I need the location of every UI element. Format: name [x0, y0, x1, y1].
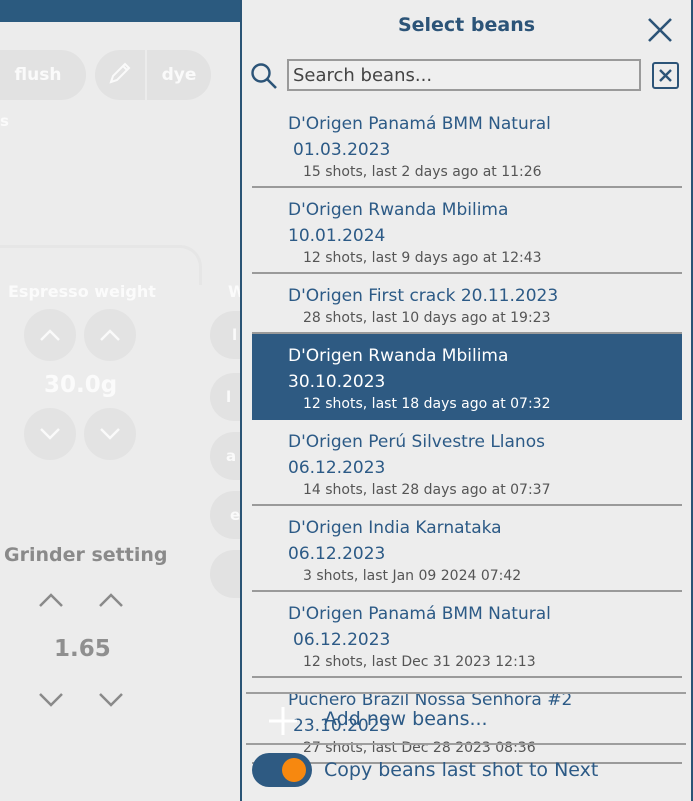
- search-input[interactable]: [287, 59, 641, 91]
- bean-list-item[interactable]: D'Origen First crack 20.11.2023 28 shots,…: [252, 274, 682, 334]
- bean-name: D'Origen Panamá BMM Natural 01.03.2023: [288, 102, 578, 163]
- pencil-icon: [106, 59, 134, 92]
- espresso-weight-value: 30.0g: [44, 372, 118, 398]
- clear-search-button[interactable]: [652, 62, 679, 89]
- bean-shot-summary: 14 shots, last 28 days ago at 07:37: [303, 482, 551, 498]
- clear-search-icon: [659, 69, 672, 82]
- bean-name-line1: D'Origen Rwanda Mbilima 30.10.2023: [288, 346, 509, 392]
- grinder-setting-label: Grinder setting: [4, 544, 168, 566]
- bean-list-item[interactable]: D'Origen Perú Silvestre Llanos 06.12.202…: [252, 420, 682, 506]
- copy-beans-toggle[interactable]: [252, 753, 312, 787]
- bean-name-line1: D'Origen Panamá BMM Natural: [288, 604, 551, 624]
- dialog-title: Select beans: [397, 14, 536, 36]
- chevron-down-icon: [40, 428, 60, 440]
- grinder-up-icon[interactable]: [38, 592, 64, 608]
- bean-list-item[interactable]: D'Origen Panamá BMM Natural 06.12.2023 12 …: [252, 592, 682, 678]
- plus-icon: [269, 707, 297, 735]
- bean-list-item[interactable]: D'Origen Panamá BMM Natural 01.03.2023 15 …: [252, 102, 682, 188]
- bean-list-item[interactable]: D'Origen India Karnataka 06.12.2023 3 sho…: [252, 506, 682, 592]
- add-row-divider: [246, 743, 686, 745]
- add-new-beans-label: Add new beans...: [324, 708, 488, 730]
- bean-list-item[interactable]: D'Origen Rwanda Mbilima 30.10.2023 12 sho…: [252, 334, 682, 420]
- bean-name: D'Origen Rwanda Mbilima 10.01.2024: [288, 188, 578, 249]
- grinder-down-fine-icon[interactable]: [98, 692, 124, 708]
- bean-name: D'Origen First crack 20.11.2023: [288, 274, 578, 309]
- grinder-down-icon[interactable]: [38, 692, 64, 708]
- bg-partial-label-2: l: [226, 388, 232, 406]
- bean-shot-summary: 12 shots, last 18 days ago at 07:32: [303, 396, 551, 412]
- close-icon: [648, 18, 672, 42]
- flush-button[interactable]: flush: [0, 50, 86, 100]
- chevron-down-icon: [100, 428, 120, 440]
- weight-decrease-fine-button[interactable]: [84, 408, 136, 460]
- copy-beans-toggle-label: Copy beans last shot to Next: [324, 759, 599, 781]
- edit-button[interactable]: [95, 50, 145, 100]
- weight-increase-fine-button[interactable]: [84, 309, 136, 361]
- espresso-weight-label: Espresso weight: [8, 282, 156, 301]
- bg-partial-label-4: e: [230, 506, 241, 524]
- copy-beans-toggle-row: Copy beans last shot to Next: [242, 748, 691, 794]
- dye-label: dye: [161, 65, 197, 85]
- bean-name-line2: 01.03.2023: [293, 140, 391, 160]
- flush-label: flush: [14, 65, 62, 85]
- bean-name: D'Origen India Karnataka 06.12.2023: [288, 506, 578, 567]
- dye-button[interactable]: dye: [147, 50, 211, 100]
- bean-name-line1: D'Origen First crack 20.11.2023: [288, 286, 559, 306]
- chevron-up-icon: [40, 329, 60, 341]
- chevron-up-icon: [100, 329, 120, 341]
- bean-shot-summary: 15 shots, last 2 days ago at 11:26: [303, 164, 542, 180]
- grinder-setting-value: 1.65: [54, 636, 111, 662]
- search-icon: [251, 63, 277, 89]
- bg-fragment-text: s: [0, 112, 9, 130]
- grinder-up-fine-icon[interactable]: [98, 592, 124, 608]
- bg-card-outline: [0, 245, 202, 285]
- bg-partial-label-3: a: [226, 447, 237, 465]
- bean-name: D'Origen Rwanda Mbilima 30.10.2023: [288, 334, 578, 395]
- bg-partial-label-1: l: [232, 326, 238, 344]
- bean-shot-summary: 3 shots, last Jan 09 2024 07:42: [303, 568, 522, 584]
- bean-shot-summary: 12 shots, last 9 days ago at 12:43: [303, 250, 542, 266]
- bean-list-item[interactable]: D'Origen Rwanda Mbilima 10.01.2024 12 sho…: [252, 188, 682, 274]
- toggle-knob: [282, 758, 306, 782]
- list-bottom-divider: [246, 692, 686, 694]
- weight-decrease-button[interactable]: [24, 408, 76, 460]
- bean-name-line1: D'Origen Perú Silvestre Llanos 06.12.202…: [288, 432, 545, 478]
- bean-name-line1: D'Origen Rwanda Mbilima 10.01.2024: [288, 200, 509, 246]
- bean-shot-summary: 12 shots, last Dec 31 2023 12:13: [303, 654, 536, 670]
- bean-name: D'Origen Perú Silvestre Llanos 06.12.202…: [288, 420, 578, 481]
- bean-name-line2: 06.12.2023: [293, 630, 391, 650]
- bean-name-line1: D'Origen India Karnataka 06.12.2023: [288, 518, 502, 564]
- bean-name-line1: D'Origen Panamá BMM Natural: [288, 114, 551, 134]
- select-beans-dialog: Select beans D'Origen Panamá BMM Natural…: [240, 0, 693, 801]
- bean-list: D'Origen Panamá BMM Natural 01.03.2023 15 …: [252, 102, 682, 764]
- add-new-beans-button[interactable]: Add new beans...: [242, 698, 691, 742]
- bean-name: D'Origen Panamá BMM Natural 06.12.2023: [288, 592, 578, 653]
- weight-increase-button[interactable]: [24, 309, 76, 361]
- close-button[interactable]: [646, 16, 674, 44]
- bean-shot-summary: 28 shots, last 10 days ago at 19:23: [303, 310, 551, 326]
